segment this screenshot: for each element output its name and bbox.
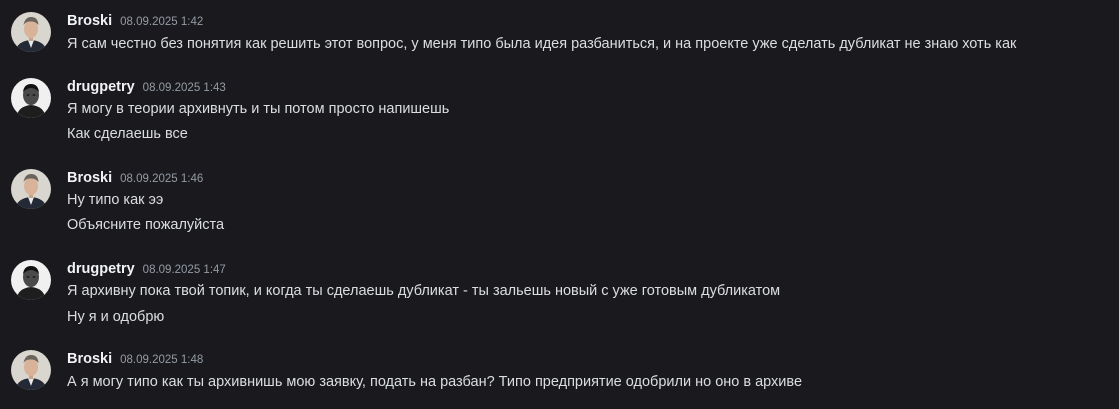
avatar[interactable]: [11, 78, 51, 118]
timestamp: 08.09.2025 1:47: [142, 264, 226, 276]
drugpetry-avatar-icon: [11, 78, 51, 118]
message-text: Объясните пожалуйста: [67, 217, 225, 233]
chat-message-list: Broski 08.09.2025 1:42 Я сам честно без …: [0, 0, 1119, 409]
timestamp: 08.09.2025 1:42: [120, 16, 204, 28]
username[interactable]: Broski: [67, 13, 112, 29]
username[interactable]: drugpetry: [67, 261, 135, 277]
message-text: Я архивну пока твой топик, и когда ты сд…: [67, 283, 781, 299]
message-text: Ну я и одобрю: [67, 309, 165, 325]
avatar[interactable]: [11, 260, 51, 300]
broski-avatar-icon: [11, 12, 51, 52]
username[interactable]: drugpetry: [67, 79, 135, 95]
timestamp: 08.09.2025 1:48: [120, 354, 204, 366]
timestamp: 08.09.2025 1:46: [120, 173, 204, 185]
avatar[interactable]: [11, 350, 51, 390]
message-text: А я могу типо как ты архивнишь мою заявк…: [67, 374, 803, 390]
avatar[interactable]: [11, 169, 51, 209]
broski-avatar-icon: [11, 169, 51, 209]
timestamp: 08.09.2025 1:43: [142, 82, 226, 94]
message-text: Я могу в теории архивнуть и ты потом про…: [67, 101, 450, 117]
message-text: Ну типо как ээ: [67, 192, 164, 208]
broski-avatar-icon: [11, 350, 51, 390]
message-text: Я сам честно без понятия как решить этот…: [67, 36, 1017, 52]
username[interactable]: Broski: [67, 170, 112, 186]
message-text: Как сделаешь все: [67, 126, 188, 142]
avatar[interactable]: [11, 12, 51, 52]
drugpetry-avatar-icon: [11, 260, 51, 300]
username[interactable]: Broski: [67, 351, 112, 367]
